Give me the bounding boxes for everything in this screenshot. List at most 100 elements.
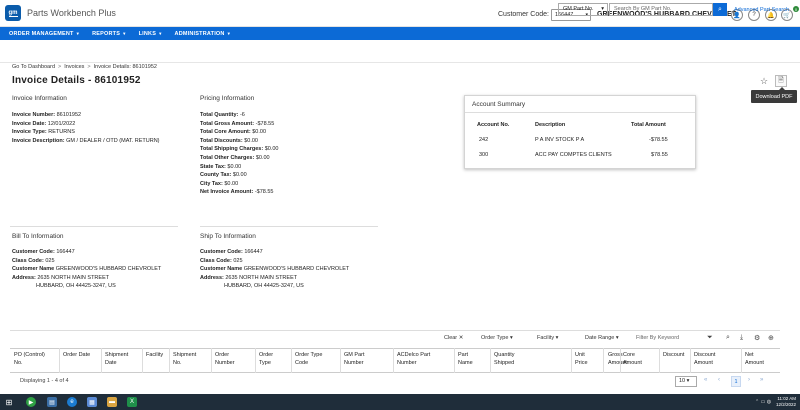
filter-icon[interactable]: ⏷ — [707, 334, 713, 342]
nav-order-management[interactable]: ORDER MANAGEMENT ▾ — [9, 31, 79, 37]
col-facility[interactable]: Facility — [146, 351, 163, 359]
field-label: State Tax: — [200, 163, 226, 170]
breadcrumb-dashboard[interactable]: Go To Dashboard — [12, 64, 55, 70]
col-gm-part-number[interactable]: GM Part Number — [344, 351, 364, 367]
col-label: Discount — [663, 352, 685, 358]
field-label: Total Core Amount: — [200, 129, 251, 136]
nav-reports[interactable]: REPORTS ▾ — [92, 31, 125, 37]
folder-icon[interactable]: ▬ — [107, 397, 117, 407]
last-page-icon[interactable]: » — [760, 377, 763, 383]
search-type-select[interactable]: GM Part No. ▾ — [558, 3, 608, 16]
gm-logo-text: gm — [8, 9, 18, 17]
divider — [393, 348, 394, 373]
field-value: -$78.55 — [255, 120, 275, 127]
chevron-down-icon: ▾ — [686, 378, 690, 384]
col-net-amount[interactable]: Net Amount — [745, 351, 764, 367]
nav-administration[interactable]: ADMINISTRATION ▾ — [175, 31, 231, 37]
account-amount: $78.55 — [651, 152, 668, 158]
order-type-filter[interactable]: Order Type ▾ — [481, 335, 513, 341]
media-icon[interactable]: ▶ — [26, 397, 36, 407]
col-label: Date — [105, 360, 117, 366]
system-tray-icons[interactable]: ⌃ ▭ ◍ — [755, 399, 771, 405]
divider — [10, 330, 780, 331]
nav-links[interactable]: LINKS ▾ — [139, 31, 162, 37]
field-label: Class Code: — [200, 257, 232, 264]
windows-start-icon[interactable]: ⊞ — [4, 397, 14, 407]
account-description: P A INV STOCK P A — [535, 137, 585, 143]
col-discount[interactable]: Discount — [663, 351, 684, 359]
col-discount-amount[interactable]: Discount Amount — [694, 351, 715, 367]
settings-icon[interactable]: ⚙ — [754, 334, 760, 342]
account-number: 300 — [479, 152, 489, 158]
chevron-down-icon: ▾ — [601, 6, 604, 12]
facility-filter[interactable]: Facility ▾ — [537, 335, 558, 341]
col-order-number[interactable]: Order Number — [215, 351, 235, 367]
field-label: Address: — [12, 274, 36, 281]
field-value: $0.00 — [255, 154, 270, 161]
divider — [490, 348, 491, 373]
search-button[interactable]: ⌕ — [713, 3, 727, 16]
pricing-row: Total Core Amount: $0.00 — [200, 128, 278, 137]
search-type-value: GM Part No. — [563, 6, 594, 12]
document-icon[interactable]: ▦ — [87, 397, 97, 407]
gm-logo[interactable]: gm — [5, 5, 21, 21]
col-order-type-code[interactable]: Order Type Code — [295, 351, 322, 367]
pricing-row: Total Quantity: -6 — [200, 111, 278, 120]
first-page-icon[interactable]: « — [704, 377, 707, 383]
col-header-description: Description — [535, 122, 566, 128]
prev-page-icon[interactable]: ‹ — [718, 377, 720, 383]
advanced-part-search-link[interactable]: Advanced Part Search — [734, 7, 789, 13]
divider — [620, 348, 621, 373]
clear-filters-button[interactable]: Clear ✕ — [444, 335, 463, 341]
date-range-filter[interactable]: Date Range ▾ — [585, 335, 619, 341]
col-quantity-shipped[interactable]: Quantity Shipped — [494, 351, 514, 367]
col-shipment-no[interactable]: Shipment No. — [173, 351, 196, 367]
pricing-row: County Tax: $0.00 — [200, 171, 278, 180]
divider — [741, 348, 742, 373]
spreadsheet-icon[interactable]: X — [127, 397, 137, 407]
search-row — [0, 40, 800, 63]
download-pdf-button[interactable]: 🗎 — [775, 75, 787, 87]
field-value: $0.00 — [244, 137, 258, 144]
taskbar-clock[interactable]: 11:02 AM 12/2/2022 — [776, 396, 796, 407]
current-page[interactable]: 1 — [731, 376, 741, 387]
col-unit-price[interactable]: Unit Price — [575, 351, 588, 367]
col-po-no[interactable]: PO (Control) No. — [14, 351, 45, 367]
next-page-icon[interactable]: › — [748, 377, 750, 383]
page-size-select[interactable]: 10 ▾ — [675, 376, 697, 387]
divider — [10, 226, 178, 227]
pricing-row: Total Gross Amount: -$78.55 — [200, 120, 278, 129]
edge-browser-icon[interactable]: e — [67, 397, 77, 407]
col-core-amount[interactable]: Core Amount — [623, 351, 642, 367]
download-icon[interactable]: ⤓ — [740, 334, 743, 342]
bill-to-class-code: Class Code: 025 — [12, 257, 161, 266]
keyword-filter-input[interactable]: Filter By Keyword — [636, 333, 718, 343]
field-label: County Tax: — [200, 172, 232, 179]
file-explorer-icon[interactable]: ▤ — [47, 397, 57, 407]
field-label: Invoice Type: — [12, 129, 47, 136]
divider — [465, 112, 695, 113]
col-part-name[interactable]: Part Name — [458, 351, 473, 367]
nav-label: ADMINISTRATION — [174, 30, 225, 37]
part-search-input[interactable]: Search By GM Part No. — [609, 3, 713, 16]
field-label: Customer Name — [200, 266, 243, 273]
divider — [142, 348, 143, 373]
breadcrumb: Go To Dashboard > Invoices > Invoice Details… — [12, 64, 157, 70]
col-order-type[interactable]: Order Type — [259, 351, 273, 367]
col-order-date[interactable]: Order Date — [63, 351, 90, 359]
col-label: PO (Control) — [14, 352, 45, 358]
page-size-value: 10 — [679, 378, 686, 384]
divider — [255, 348, 256, 373]
breadcrumb-invoices[interactable]: Invoices — [64, 64, 84, 70]
star-icon[interactable]: ☆ — [760, 76, 768, 87]
field-value: RETURNS — [48, 129, 75, 136]
nav-label: REPORTS — [92, 30, 121, 37]
field-label: Total Gross Amount: — [200, 120, 255, 127]
search-icon[interactable]: ⌕ — [726, 334, 730, 342]
add-icon[interactable]: ⊕ — [768, 334, 774, 342]
col-label: Core — [623, 352, 635, 358]
field-label: Customer Name — [12, 266, 55, 273]
col-label: Quantity — [494, 352, 515, 358]
col-acdelco-part-number[interactable]: ACDelco Part Number — [397, 351, 430, 367]
col-shipment-date[interactable]: Shipment Date — [105, 351, 128, 367]
